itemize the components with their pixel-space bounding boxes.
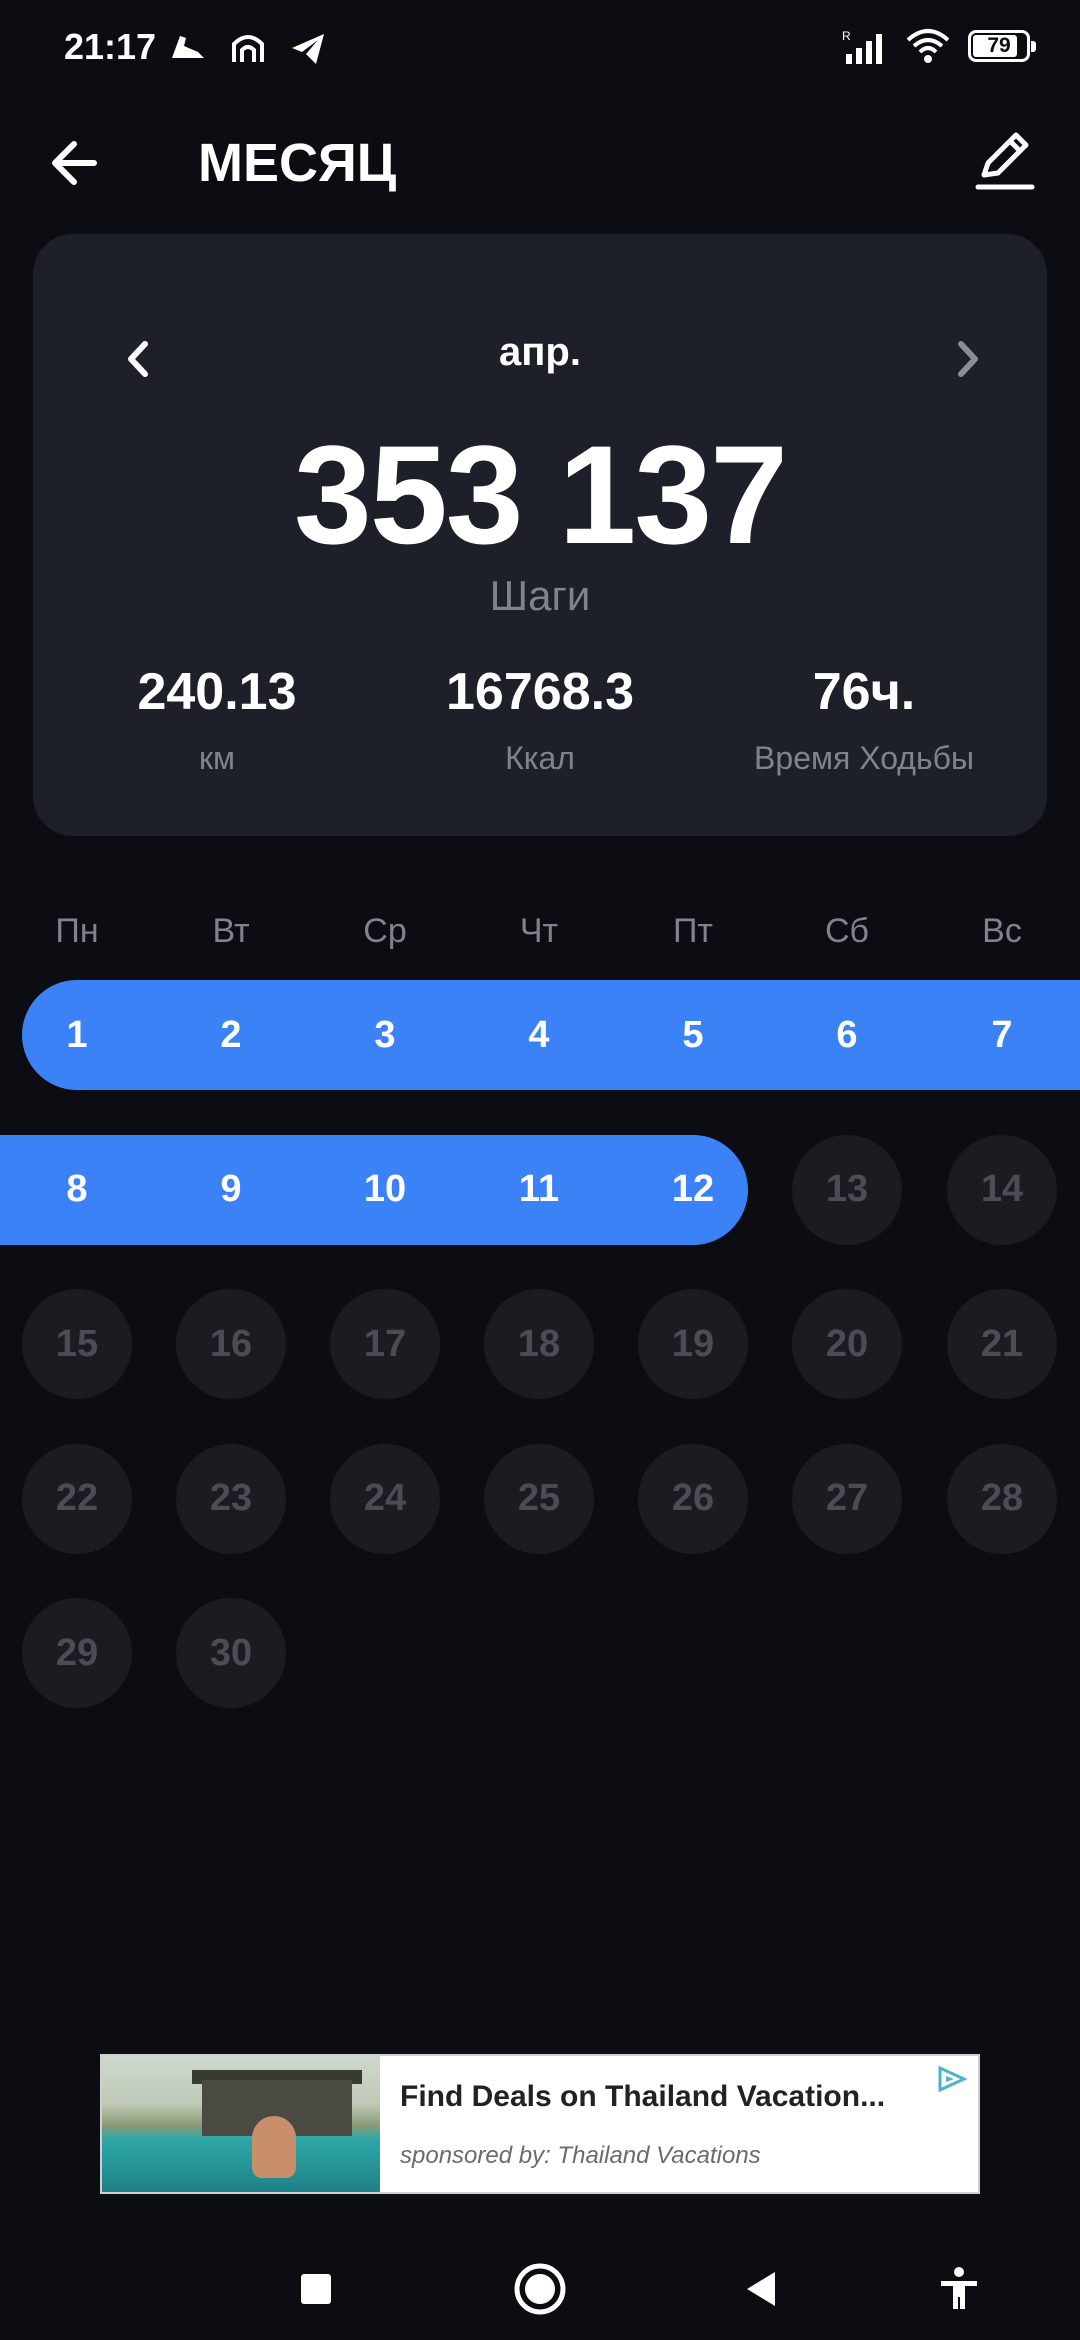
month-label: апр. xyxy=(499,330,581,374)
calendar-day-8[interactable]: 8 xyxy=(22,1135,132,1245)
weekday-fri: Пт xyxy=(672,912,713,950)
calendar-day-10[interactable]: 10 xyxy=(330,1135,440,1245)
distance-unit: км xyxy=(199,740,235,776)
calendar-day-16[interactable]: 16 xyxy=(176,1289,286,1399)
walk-time-label: Время Ходьбы xyxy=(754,740,974,776)
ad-banner[interactable]: Find Deals on Thailand Vacation... spons… xyxy=(100,2054,980,2194)
calendar-day-5[interactable]: 5 xyxy=(638,980,748,1090)
back-triangle-icon[interactable] xyxy=(727,2254,797,2324)
weekday-header: Пн Вт Ср Чт Пт Сб Вс xyxy=(0,912,1080,962)
back-arrow-icon[interactable] xyxy=(44,128,114,198)
battery-level: 79 xyxy=(987,34,1011,57)
calendar-day-26[interactable]: 26 xyxy=(638,1443,748,1554)
calendar-day-30[interactable]: 30 xyxy=(176,1598,286,1708)
app-header: МЕСЯЦ xyxy=(0,110,1080,210)
walk-time-value: 76ч. xyxy=(812,663,916,721)
ad-choices-icon[interactable] xyxy=(934,2064,970,2094)
calories-value: 16768.3 xyxy=(446,663,634,721)
calendar-day-3[interactable]: 3 xyxy=(330,980,440,1090)
calendar-day-17[interactable]: 17 xyxy=(330,1289,440,1399)
calendar-day-7[interactable]: 7 xyxy=(947,980,1057,1090)
calories-stat: 16768.3 Ккал xyxy=(360,662,720,777)
calendar-day-23[interactable]: 23 xyxy=(176,1443,286,1554)
status-bar: 21:17 R 79 xyxy=(0,0,1080,100)
month-summary-card: апр. 353 137 Шаги 240.13 км 16768.3 Ккал… xyxy=(33,234,1047,836)
ad-sponsor: sponsored by: Thailand Vacations xyxy=(400,2142,761,2169)
page-title: МЕСЯЦ xyxy=(198,133,397,193)
calendar-day-15[interactable]: 15 xyxy=(22,1289,132,1399)
arch-icon xyxy=(232,35,264,62)
calendar-day-13[interactable]: 13 xyxy=(792,1134,902,1245)
calendar-day-22[interactable]: 22 xyxy=(22,1443,132,1554)
weekday-thu: Чт xyxy=(519,912,559,950)
signal-icon: R xyxy=(842,29,882,64)
steps-label: Шаги xyxy=(489,572,591,619)
calendar-day-14[interactable]: 14 xyxy=(947,1134,1057,1245)
battery-icon: 79 xyxy=(968,30,1036,62)
ad-thumbnail-image xyxy=(102,2056,380,2192)
telegram-icon xyxy=(292,34,324,64)
weekday-sat: Сб xyxy=(824,912,870,950)
calendar-day-18[interactable]: 18 xyxy=(484,1289,594,1399)
calendar-day-27[interactable]: 27 xyxy=(792,1443,902,1554)
calendar-day-12[interactable]: 12 xyxy=(638,1135,748,1245)
wifi-icon xyxy=(906,29,950,63)
next-month-chevron-icon[interactable] xyxy=(931,324,1001,394)
svg-text:R: R xyxy=(842,29,851,43)
calendar-day-2[interactable]: 2 xyxy=(176,980,286,1090)
home-circle-icon[interactable] xyxy=(505,2254,575,2324)
calendar-day-4[interactable]: 4 xyxy=(484,980,594,1090)
notification-icons xyxy=(168,28,328,68)
system-icons: R 79 xyxy=(842,28,1036,64)
status-time: 21:17 xyxy=(64,26,157,67)
weekday-wed: Ср xyxy=(363,912,407,950)
weekday-mon: Пн xyxy=(55,912,99,950)
calendar-day-11[interactable]: 11 xyxy=(484,1135,594,1245)
calendar-day-9[interactable]: 9 xyxy=(176,1135,286,1245)
calendar-day-21[interactable]: 21 xyxy=(947,1289,1057,1399)
total-steps-value: 353 137 xyxy=(293,416,788,573)
ad-title[interactable]: Find Deals on Thailand Vacation... xyxy=(400,2080,885,2114)
calendar-day-19[interactable]: 19 xyxy=(638,1289,748,1399)
calendar-day-29[interactable]: 29 xyxy=(22,1598,132,1708)
calendar-day-28[interactable]: 28 xyxy=(947,1443,1057,1554)
calendar-day-25[interactable]: 25 xyxy=(484,1443,594,1554)
recents-square-icon[interactable] xyxy=(281,2254,351,2324)
calendar-day-20[interactable]: 20 xyxy=(792,1289,902,1399)
weekday-tue: Вт xyxy=(212,912,250,950)
distance-value: 240.13 xyxy=(137,663,297,721)
calories-unit: Ккал xyxy=(505,740,575,776)
walk-time-stat: 76ч. Время Ходьбы xyxy=(684,662,1044,777)
calendar-day-6[interactable]: 6 xyxy=(792,980,902,1090)
system-navigation-bar xyxy=(0,2240,1080,2340)
calendar-day-1[interactable]: 1 xyxy=(22,980,132,1090)
calendar-day-24[interactable]: 24 xyxy=(330,1443,440,1554)
shoe-icon xyxy=(172,36,204,58)
screen: 21:17 R 79 МЕСЯЦ апр. 353 137 Шаги 240.1… xyxy=(0,0,1080,2340)
weekday-sun: Вс xyxy=(982,912,1022,950)
edit-pencil-icon[interactable] xyxy=(970,125,1040,195)
distance-stat: 240.13 км xyxy=(37,662,397,777)
accessibility-icon[interactable] xyxy=(924,2254,994,2324)
